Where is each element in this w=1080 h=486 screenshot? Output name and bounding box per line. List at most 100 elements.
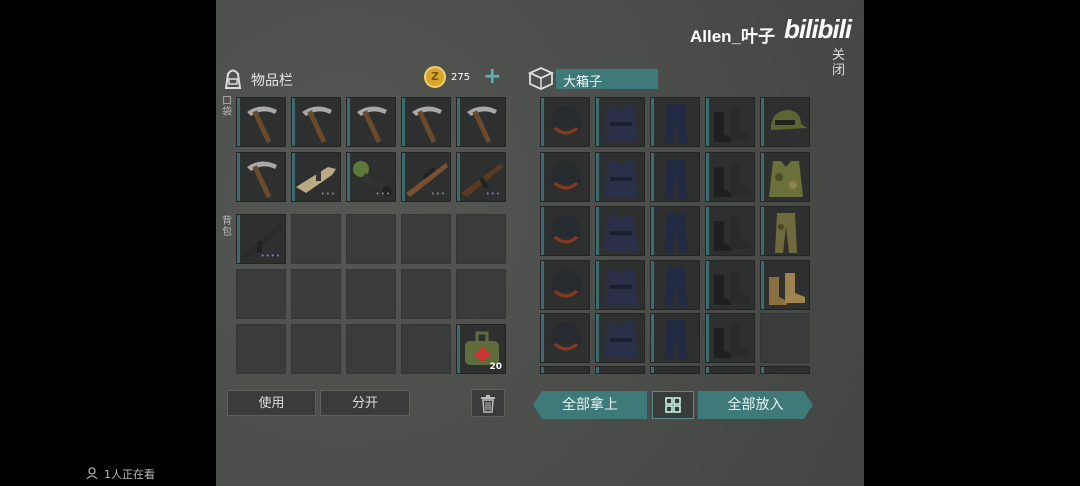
helmet-icon xyxy=(551,269,581,298)
camo-pants-icon xyxy=(775,213,797,253)
chest-slot[interactable] xyxy=(760,206,810,256)
chest-slot[interactable] xyxy=(760,313,810,363)
close-button[interactable]: 关闭 xyxy=(832,48,846,78)
pocket-slot[interactable]: ••• xyxy=(456,152,506,202)
helmet-icon xyxy=(551,106,581,135)
pocket-slot[interactable]: ••• xyxy=(291,152,341,202)
pickaxe-icon xyxy=(247,161,277,199)
pocket-slot[interactable] xyxy=(401,97,451,147)
inventory-title: 物品栏 xyxy=(251,73,293,89)
chest-slot[interactable] xyxy=(705,152,755,202)
backpack-slot[interactable] xyxy=(456,214,506,264)
chest-slot[interactable] xyxy=(650,313,700,363)
chest-slot[interactable] xyxy=(705,260,755,310)
chest-slot[interactable] xyxy=(595,313,645,363)
backpack-slot[interactable] xyxy=(346,269,396,319)
backpack-slot[interactable]: 20 xyxy=(456,324,506,374)
use-button[interactable]: 使用 xyxy=(227,390,316,416)
pocket-slot[interactable] xyxy=(236,97,286,147)
pickaxe-icon xyxy=(302,106,332,144)
grid-icon xyxy=(665,397,681,413)
backpack-slot[interactable] xyxy=(291,269,341,319)
boots-icon xyxy=(714,217,750,251)
chest-slot[interactable] xyxy=(595,152,645,202)
uploader-name: Allen_叶子 xyxy=(690,27,776,46)
chest-slot[interactable] xyxy=(650,206,700,256)
backpack-slot[interactable]: •••• xyxy=(236,214,286,264)
helmet-icon xyxy=(551,322,581,351)
chest-slot[interactable] xyxy=(705,206,755,256)
trash-button[interactable] xyxy=(471,389,505,417)
chest-slot[interactable] xyxy=(540,97,590,147)
pocket-slot[interactable] xyxy=(291,97,341,147)
pocket-slot[interactable] xyxy=(346,97,396,147)
chest-slot[interactable] xyxy=(650,97,700,147)
vest-icon xyxy=(604,106,638,142)
chest-slot[interactable] xyxy=(540,366,590,374)
take-all-button[interactable]: 全部拿上 xyxy=(533,391,647,419)
helmet-icon xyxy=(551,215,581,244)
chest-slot[interactable] xyxy=(540,152,590,202)
chest-slot[interactable] xyxy=(540,260,590,310)
backpack-slot[interactable] xyxy=(401,214,451,264)
split-button[interactable]: 分开 xyxy=(320,390,410,416)
desert-boots-icon xyxy=(769,273,805,305)
chest-slot[interactable] xyxy=(650,152,700,202)
chest-slot[interactable] xyxy=(705,97,755,147)
chest-slot[interactable] xyxy=(705,366,755,374)
pickaxe-icon xyxy=(412,106,442,144)
pants-icon xyxy=(665,267,687,307)
pickaxe-icon xyxy=(247,106,277,144)
chest-slot[interactable] xyxy=(760,152,810,202)
backpack-slot[interactable] xyxy=(456,269,506,319)
pocket-slot[interactable]: ••• xyxy=(346,152,396,202)
pocket-label: 口袋 xyxy=(222,96,232,118)
pants-icon xyxy=(665,104,687,144)
bilibili-logo: bilibili xyxy=(784,14,852,44)
vest-icon xyxy=(604,269,638,305)
backpack-slot[interactable] xyxy=(236,324,286,374)
coin-count: 275 xyxy=(451,72,471,83)
pickaxe-icon xyxy=(357,106,387,144)
chest-slot[interactable] xyxy=(650,366,700,374)
helmet-icon xyxy=(551,161,581,190)
chest-slot[interactable] xyxy=(595,97,645,147)
backpack-slot[interactable] xyxy=(291,324,341,374)
backpack-slot[interactable] xyxy=(346,214,396,264)
chest-title: 大箱子 xyxy=(563,75,603,90)
chest-slot[interactable] xyxy=(760,97,810,147)
put-all-button[interactable]: 全部放入 xyxy=(698,391,813,419)
chest-slot[interactable] xyxy=(650,260,700,310)
chest-slot[interactable] xyxy=(760,366,810,374)
pants-icon xyxy=(665,213,687,253)
chest-slot[interactable] xyxy=(595,366,645,374)
pants-icon xyxy=(665,159,687,199)
backpack-label: 背包 xyxy=(222,216,232,238)
chest-slot[interactable] xyxy=(540,313,590,363)
backpack-slot[interactable] xyxy=(291,214,341,264)
vest-icon xyxy=(604,161,638,197)
medkit-quantity: 20 xyxy=(489,362,502,372)
trash-icon xyxy=(481,395,495,413)
pocket-slot[interactable]: ••• xyxy=(401,152,451,202)
add-coins-button[interactable]: + xyxy=(483,66,501,88)
chest-slot[interactable] xyxy=(540,206,590,256)
chest-slot[interactable] xyxy=(595,206,645,256)
camo-vest-icon xyxy=(769,161,803,197)
backpack-slot[interactable] xyxy=(401,324,451,374)
chest-slot[interactable] xyxy=(705,313,755,363)
chest-slot[interactable] xyxy=(595,260,645,310)
pickaxe-icon xyxy=(467,106,497,144)
backpack-icon xyxy=(221,66,245,90)
cap-icon xyxy=(771,110,807,130)
chest-slot[interactable] xyxy=(760,260,810,310)
backpack-slot[interactable] xyxy=(236,269,286,319)
pocket-slot[interactable] xyxy=(236,152,286,202)
grid-view-button[interactable] xyxy=(652,391,694,419)
backpack-slot[interactable] xyxy=(346,324,396,374)
pocket-slot[interactable] xyxy=(456,97,506,147)
coin-icon: Z xyxy=(424,66,446,88)
viewer-count: 1人正在看 xyxy=(104,468,155,481)
backpack-slot[interactable] xyxy=(401,269,451,319)
boots-icon xyxy=(714,163,750,197)
